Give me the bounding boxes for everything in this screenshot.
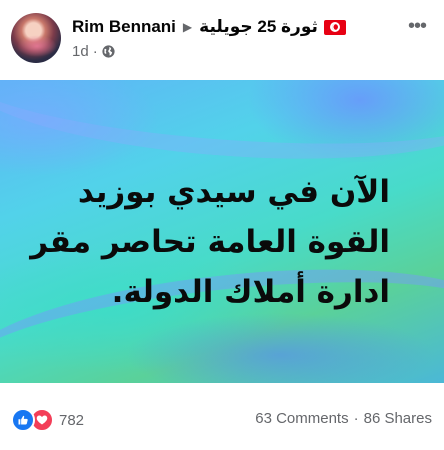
reaction-count: 782 bbox=[59, 411, 85, 429]
stats-separator: · bbox=[353, 410, 359, 427]
reactions-summary[interactable]: 782 bbox=[11, 408, 84, 432]
facebook-post: Rim Bennani ▶ ثورة 25 جويلية 1d · ••• ال… bbox=[0, 0, 444, 450]
image-text-line: القوة العامة تحاصر مقر bbox=[30, 224, 390, 260]
image-text-line: الآن في سيدي بوزيد bbox=[77, 174, 390, 210]
image-text-line: ادارة أملاك الدولة. bbox=[111, 274, 390, 310]
post-image[interactable]: الآن في سيدي بوزيد القوة العامة تحاصر مق… bbox=[0, 80, 444, 383]
engagement-stats: 63 Comments · 86 Shares bbox=[255, 410, 432, 427]
group-name[interactable]: ثورة 25 جويلية bbox=[199, 17, 318, 37]
comments-count[interactable]: 63 Comments bbox=[255, 410, 348, 427]
post-title-line: Rim Bennani ▶ ثورة 25 جويلية bbox=[72, 14, 346, 40]
more-horizontal-icon[interactable]: ••• bbox=[404, 16, 430, 36]
tunisia-flag-icon bbox=[323, 19, 346, 35]
post-time[interactable]: 1d bbox=[72, 43, 89, 60]
post-meta: 1d · bbox=[72, 43, 115, 60]
author-avatar[interactable] bbox=[11, 13, 61, 63]
author-name[interactable]: Rim Bennani bbox=[72, 17, 176, 37]
caret-right-icon: ▶ bbox=[182, 20, 193, 34]
like-icon bbox=[11, 408, 35, 432]
image-text: الآن في سيدي بوزيد القوة العامة تحاصر مق… bbox=[30, 167, 390, 317]
shares-count[interactable]: 86 Shares bbox=[364, 410, 432, 427]
post-header: Rim Bennani ▶ ثورة 25 جويلية 1d · ••• bbox=[0, 0, 444, 80]
globe-icon bbox=[102, 45, 115, 58]
background-wave bbox=[0, 80, 444, 175]
meta-separator: · bbox=[92, 43, 98, 60]
post-footer: 782 63 Comments · 86 Shares bbox=[0, 383, 444, 450]
